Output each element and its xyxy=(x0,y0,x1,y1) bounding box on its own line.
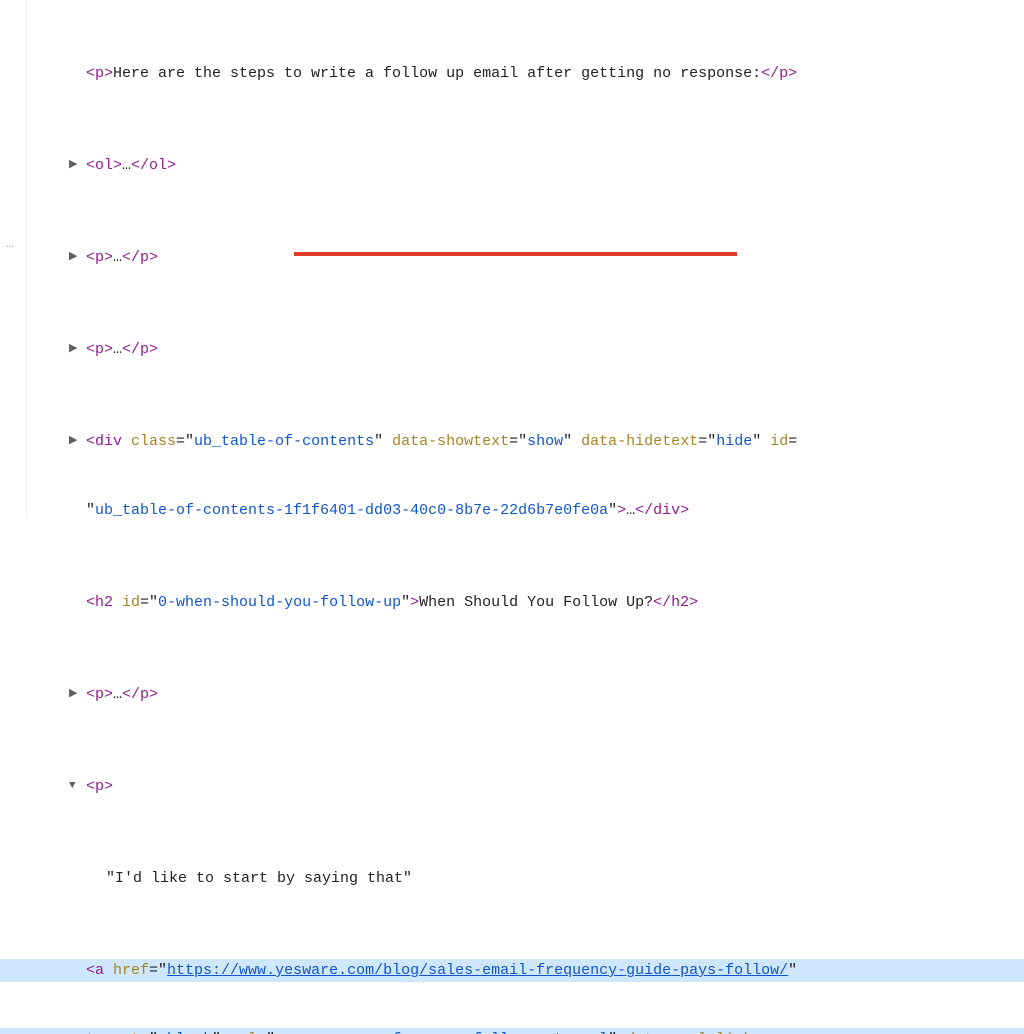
ellipsis[interactable]: … xyxy=(626,502,635,519)
ellipsis[interactable]: … xyxy=(113,249,122,266)
dom-node-selected[interactable]: <a href="https://www.yesware.com/blog/sa… xyxy=(0,959,1024,982)
text-content: "I'd like to start by saying that" xyxy=(106,870,412,887)
end-quote: " xyxy=(788,962,797,979)
ellipsis[interactable]: … xyxy=(122,157,131,174)
line-gutter: … xyxy=(0,0,27,517)
attr-name: data-hidetext xyxy=(581,433,698,450)
html-tag: <h2 xyxy=(86,594,122,611)
html-tag: </ol> xyxy=(131,157,176,174)
html-tag: </h2> xyxy=(653,594,698,611)
attr-name: id xyxy=(122,594,140,611)
ellipsis[interactable]: … xyxy=(113,341,122,358)
attr-value: hide xyxy=(716,433,752,450)
dom-node-open[interactable]: ▼<p> xyxy=(86,775,1016,798)
dom-node[interactable]: ▶<p>…</p> xyxy=(86,338,1016,361)
attr-name: data-showtext xyxy=(392,433,509,450)
ellipsis[interactable]: … xyxy=(113,686,122,703)
collapse-arrow-icon[interactable]: ▼ xyxy=(69,775,83,798)
html-tag: <p> xyxy=(86,341,113,358)
attr-name: data-wpel-link xyxy=(626,1031,752,1034)
text-content: Here are the steps to write a follow up … xyxy=(113,65,761,82)
equals: = xyxy=(788,433,797,450)
html-tag: </p> xyxy=(122,249,158,266)
expand-arrow-icon[interactable]: ▶ xyxy=(69,430,83,453)
quote: =" xyxy=(149,962,167,979)
attr-value: ub_table-of-contents xyxy=(194,433,374,450)
dom-node-selected[interactable]: target="_blank" rel="noopener noreferrer… xyxy=(0,1028,1024,1034)
attr-name: rel xyxy=(230,1031,257,1034)
text-content: When Should You Follow Up? xyxy=(419,594,653,611)
html-tag: <a xyxy=(86,962,113,979)
dom-tree[interactable]: <p>Here are the steps to write a follow … xyxy=(86,0,1016,1034)
dom-node[interactable]: ▶<p>…</p> xyxy=(86,246,1016,269)
attr-value: ub_table-of-contents-1f1f6401-dd03-40c0-… xyxy=(95,502,608,519)
dom-node[interactable]: <h2 id="0-when-should-you-follow-up">Whe… xyxy=(86,591,1016,614)
attr-name: id xyxy=(770,433,788,450)
attr-value: noopener noreferrer nofollow external xyxy=(275,1031,608,1034)
html-tag: <ol> xyxy=(86,157,122,174)
html-tag: <p> xyxy=(86,249,113,266)
expand-arrow-icon[interactable]: ▶ xyxy=(69,338,83,361)
html-tag: </div> xyxy=(635,502,689,519)
html-tag: <p> xyxy=(86,65,113,82)
attr-name: target xyxy=(86,1031,140,1034)
expand-arrow-icon[interactable]: ▶ xyxy=(69,246,83,269)
red-underline-annotation xyxy=(294,252,737,256)
html-tag: </p> xyxy=(122,686,158,703)
href-url[interactable]: https://www.yesware.com/blog/sales-email… xyxy=(167,962,788,979)
dom-node[interactable]: <p>Here are the steps to write a follow … xyxy=(86,62,1016,85)
expand-arrow-icon[interactable]: ▶ xyxy=(69,683,83,706)
html-tag: </p> xyxy=(122,341,158,358)
html-tag: > xyxy=(617,502,626,519)
attr-name: href xyxy=(113,962,149,979)
html-tag: <p> xyxy=(86,778,113,795)
html-tag: <p> xyxy=(86,686,113,703)
dom-node[interactable]: ▶<div class="ub_table-of-contents" data-… xyxy=(86,430,1016,453)
html-tag: <div xyxy=(86,433,131,450)
attr-value: show xyxy=(527,433,563,450)
expand-arrow-icon[interactable]: ▶ xyxy=(69,154,83,177)
dom-node-cont[interactable]: "ub_table-of-contents-1f1f6401-dd03-40c0… xyxy=(86,499,1016,522)
text-node[interactable]: "I'd like to start by saying that" xyxy=(86,867,1016,890)
breakpoint-dots-icon: … xyxy=(6,232,20,255)
dom-node[interactable]: ▶<ol>…</ol> xyxy=(86,154,1016,177)
equals: = xyxy=(752,1031,761,1034)
dom-node[interactable]: ▶<p>…</p> xyxy=(86,683,1016,706)
html-tag: </p> xyxy=(761,65,797,82)
attr-value: _blank xyxy=(158,1031,212,1034)
attr-name: class xyxy=(131,433,176,450)
attr-value: 0-when-should-you-follow-up xyxy=(158,594,401,611)
